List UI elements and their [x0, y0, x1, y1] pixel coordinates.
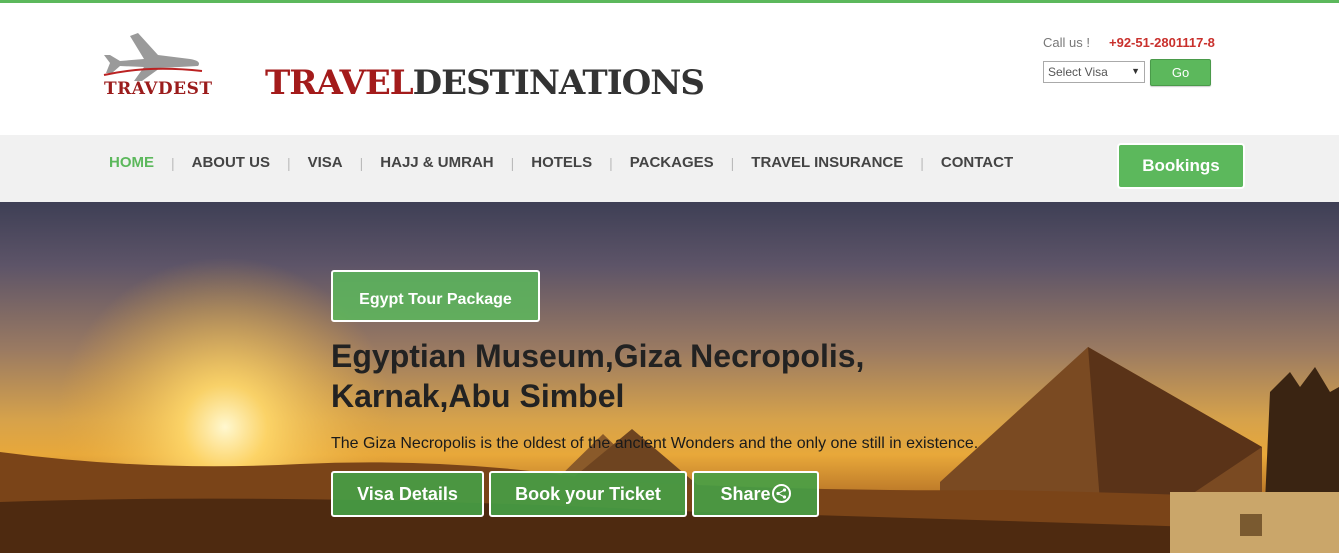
nav-separator: |	[510, 154, 515, 171]
brand-title-part1: TRAVEL	[265, 63, 414, 103]
brand-title: TRAVELDESTINATIONS	[265, 63, 705, 103]
book-ticket-button[interactable]: Book your Ticket	[489, 471, 687, 517]
nav-separator: |	[730, 154, 735, 171]
nav-item-travel-insurance[interactable]: TRAVEL INSURANCE	[751, 154, 903, 171]
logo-text: TRAVDEST	[104, 79, 213, 99]
nav-item-visa[interactable]: VISA	[308, 154, 343, 171]
chevron-down-icon: ▼	[1131, 66, 1140, 76]
call-us-label: Call us !	[1043, 35, 1090, 50]
share-icon	[771, 483, 791, 503]
nav-item-about-us[interactable]: ABOUT US	[192, 154, 270, 171]
main-nav: HOME | ABOUT US | VISA | HAJJ & UMRAH | …	[0, 135, 1339, 202]
airplane-icon	[103, 33, 203, 81]
nav-separator: |	[920, 154, 924, 171]
phone-number[interactable]: +92-51-2801117-8	[1109, 35, 1215, 50]
nav-item-contact[interactable]: CONTACT	[941, 154, 1013, 171]
hero-description: The Giza Necropolis is the oldest of the…	[331, 435, 979, 452]
visa-select[interactable]: Select Visa ▼	[1043, 61, 1145, 83]
share-button[interactable]: Share	[692, 471, 819, 517]
nav-item-packages[interactable]: PACKAGES	[630, 154, 714, 171]
nav-item-hotels[interactable]: HOTELS	[531, 154, 592, 171]
hero-title: Egyptian Museum,Giza Necropolis, Karnak,…	[331, 338, 865, 414]
go-button[interactable]: Go	[1150, 59, 1211, 86]
hero-banner: Egypt Tour Package Egyptian Museum,Giza …	[0, 202, 1339, 553]
visa-select-value: Select Visa	[1048, 65, 1108, 79]
nav-separator: |	[359, 154, 364, 171]
share-label: Share	[720, 484, 771, 504]
nav-item-home[interactable]: HOME	[109, 154, 154, 171]
nav-separator: |	[286, 154, 291, 171]
nav-item-hajj-umrah[interactable]: HAJJ & UMRAH	[380, 154, 493, 171]
bookings-button[interactable]: Bookings	[1119, 145, 1243, 187]
nav-list: HOME | ABOUT US | VISA | HAJJ & UMRAH | …	[109, 154, 1013, 171]
brand-title-part2: DESTINATIONS	[412, 63, 705, 103]
package-badge-button[interactable]: Egypt Tour Package	[331, 270, 540, 322]
site-header: TRAVDEST TRAVELDESTINATIONS Call us ! +9…	[0, 3, 1339, 135]
visa-details-button[interactable]: Visa Details	[331, 471, 484, 517]
nav-separator: |	[609, 154, 613, 171]
nav-separator: |	[171, 154, 175, 171]
site-logo[interactable]: TRAVDEST	[98, 33, 212, 103]
